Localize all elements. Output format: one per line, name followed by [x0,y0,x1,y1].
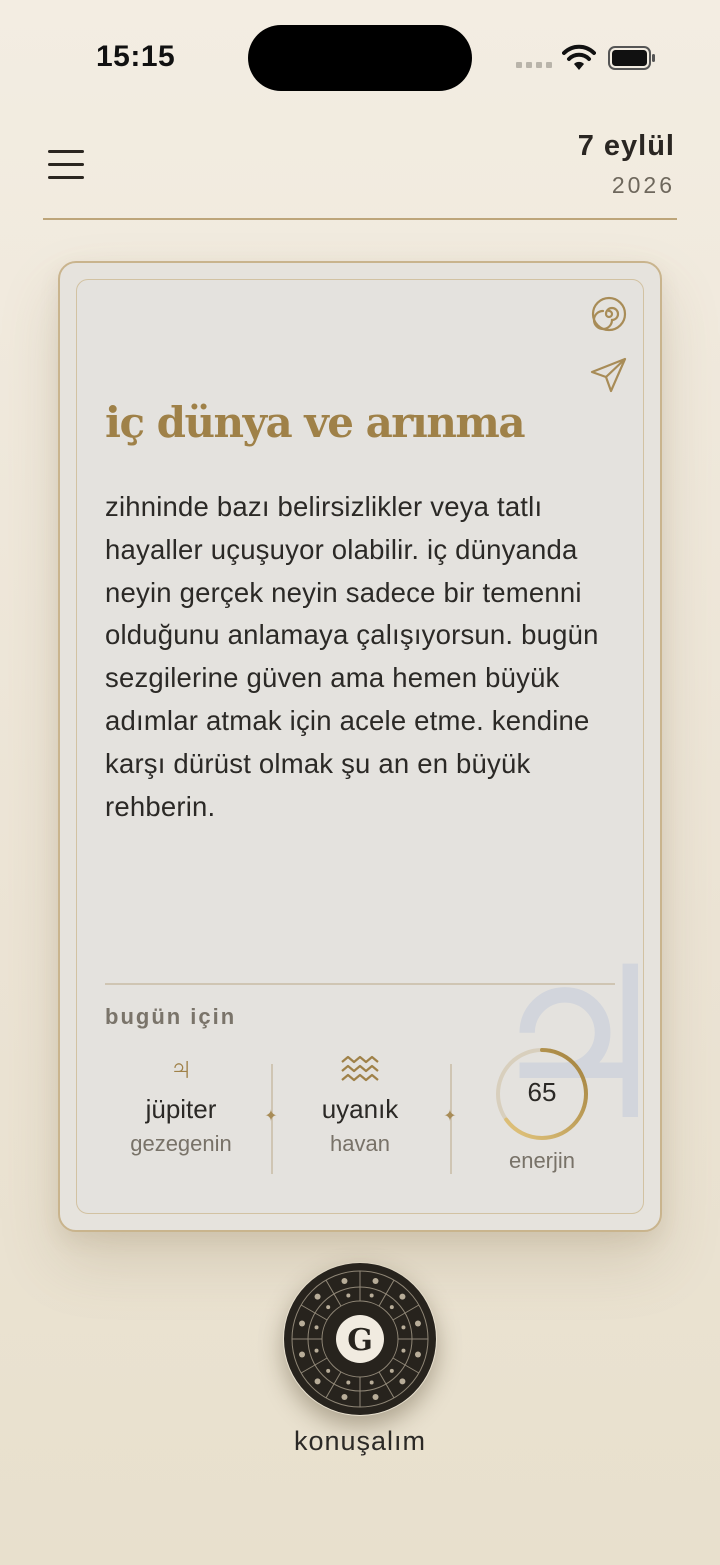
mood-value: uyanık [321,1094,399,1124]
wifi-icon [562,44,596,70]
mood-caption: havan [330,1131,390,1156]
card-inner-frame: ♃ iç dünya ve arınma zihninde bazı belir… [76,279,644,1214]
daily-reading-card: ♃ iç dünya ve arınma zihninde bazı belir… [58,261,662,1232]
paper-plane-icon[interactable] [589,356,629,394]
sparkle-icon: ✦ [443,1108,457,1125]
status-time: 15:15 [96,40,176,73]
cellular-signal-icon [516,62,552,70]
jupiter-icon: ♃ [169,1050,193,1086]
status-bar: 15:15 [0,0,720,115]
planet-stat: ♃ jüpiter gezegenin [101,1048,261,1157]
hamburger-menu-icon[interactable] [48,144,86,184]
spiral-icon[interactable] [589,294,629,334]
energy-caption: enerjin [508,1148,576,1173]
aquarius-waves-icon [280,1048,440,1088]
header: 7 eylül 2026 [43,120,677,220]
today-label: bugün için [105,1004,237,1029]
energy-value: 65 [527,1077,557,1107]
chat-logo-letter: G [347,1323,373,1358]
card-body-text: zihninde bazı belirsizlikler veya tatlı … [105,491,599,822]
date-year: 2026 [611,172,675,198]
card-divider [105,983,615,985]
chat-label[interactable]: konuşalım [240,1426,480,1457]
card-title: iç dünya ve arınma [105,398,526,447]
planet-caption: gezegenin [130,1131,232,1156]
dynamic-island [248,25,472,91]
battery-icon [608,46,655,70]
sparkle-icon: ✦ [264,1108,278,1125]
mood-stat: uyanık havan [280,1048,440,1157]
date-day: 7 eylül [577,130,675,162]
chat-zodiac-button[interactable]: G [283,1262,437,1416]
planet-value: jüpiter [145,1094,217,1124]
